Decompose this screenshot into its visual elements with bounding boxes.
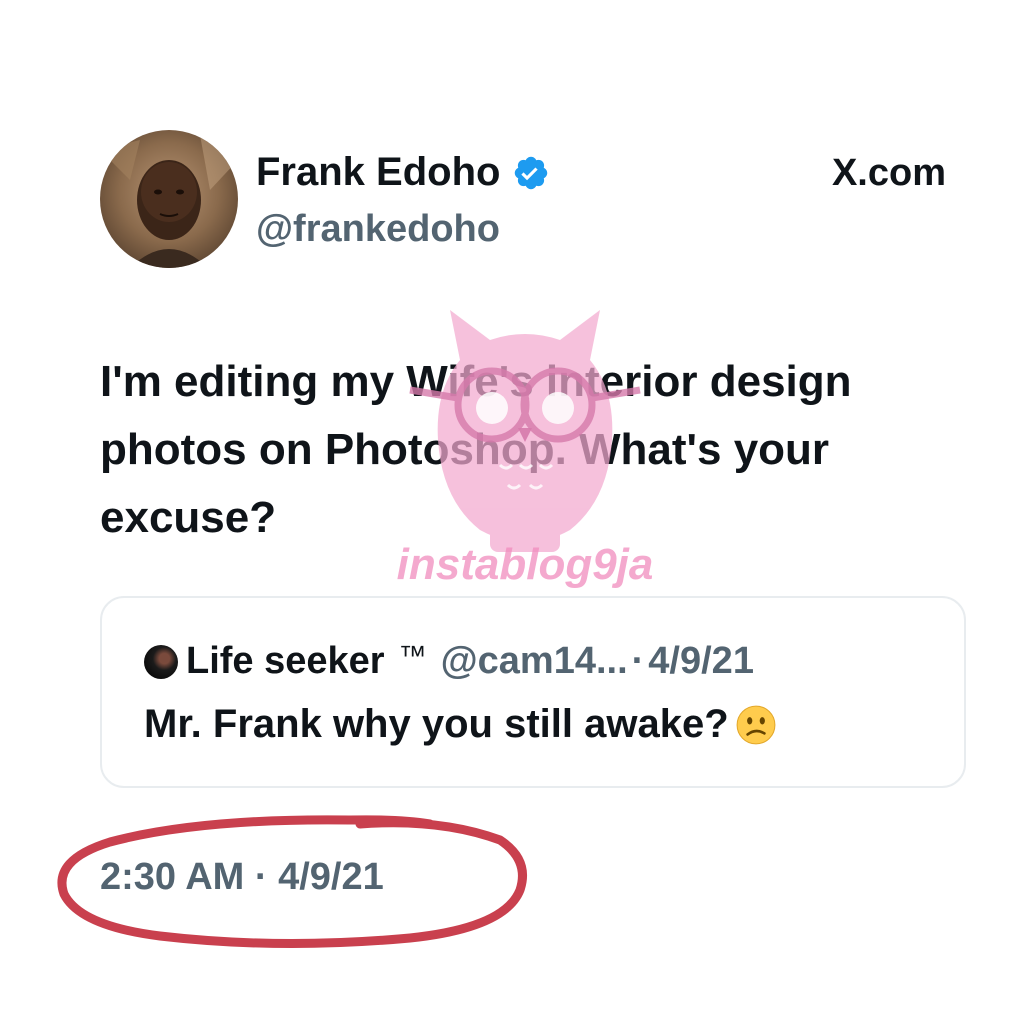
author-name-text: Frank Edoho [256,150,501,194]
quoted-author-name[interactable]: Life seeker [186,640,385,683]
quoted-tweet-text: Mr. Frank why you still awake? [144,702,729,746]
separator-dot: · [631,640,645,682]
confused-face-icon [736,705,776,744]
tweet-timestamp[interactable]: 2:30 AM · 4/9/21 [100,856,384,899]
source-label: X.com [831,152,946,194]
tweet-text: I'm editing my Wife's interior design ph… [100,357,852,542]
quoted-tweet-text-row: Mr. Frank why you still awake? [144,702,777,747]
quoted-tweet-card[interactable]: Life seeker ™ @cam14... · 4/9/21 Mr. Fra… [100,596,966,788]
tweet-screenshot: Frank Edoho @frankedoho X.com I'm editin… [0,0,1024,1024]
trademark-symbol: ™ [398,639,427,671]
quoted-tweet-header: Life seeker ™ @cam14... · 4/9/21 [144,640,754,683]
author-handle[interactable]: @frankedoho [256,208,500,251]
verified-badge-icon [515,156,548,189]
profile-photo-icon [100,130,238,268]
author-name[interactable]: Frank Edoho [256,150,550,195]
quoted-tweet-date[interactable]: 4/9/21 [648,640,754,683]
watermark-text: instablog9ja [396,540,654,589]
author-avatar[interactable] [100,130,238,268]
quoted-author-avatar[interactable] [144,644,178,679]
quoted-author-handle[interactable]: @cam14... [441,640,628,683]
